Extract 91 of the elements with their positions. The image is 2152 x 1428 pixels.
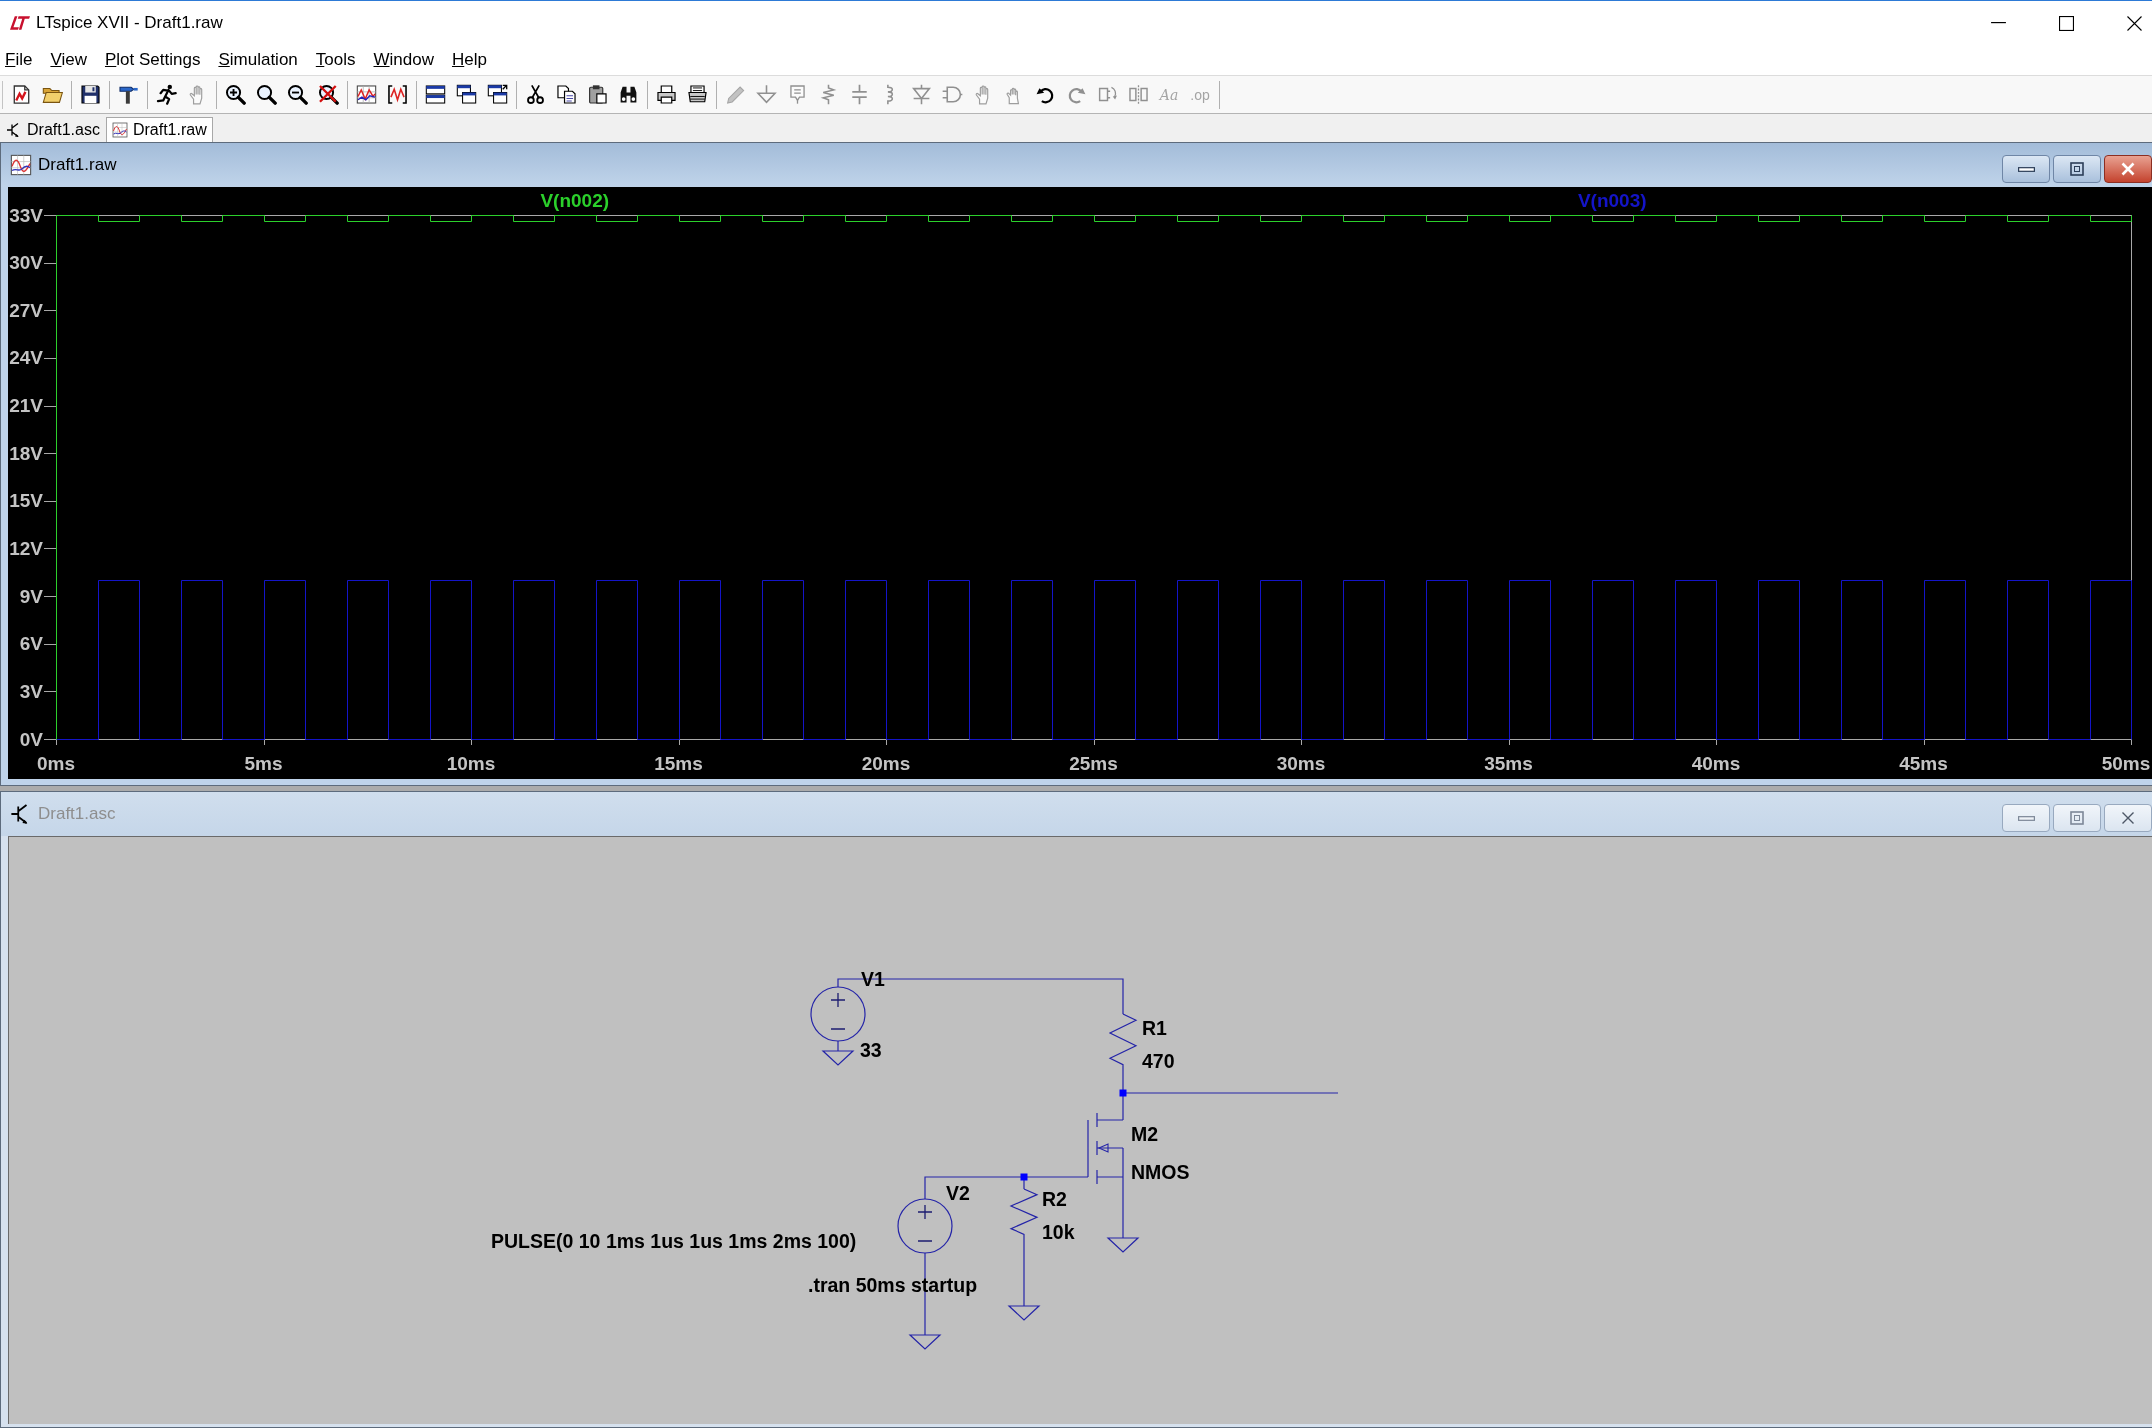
spice-directive: .tran 50ms startup [808,1274,978,1296]
ground-symbol [1007,1305,1041,1321]
axis-tick-label: 30ms [1276,752,1326,774]
axis-tick-label: 21V [9,395,43,417]
axis-tick-label: 6V [19,633,43,655]
axis-tick-label: 20ms [861,752,911,774]
tab-label: Draft1.asc [27,121,100,139]
app-logo-icon [10,16,30,30]
component-value: 33 [860,1039,882,1061]
close-icon [2121,162,2135,176]
ground-symbol [1106,1237,1140,1253]
axis-tick-label: 12V [9,537,43,559]
windows-arrow-icon[interactable] [486,84,508,105]
copy-icon[interactable] [555,84,577,105]
magnifier-icon[interactable] [255,84,277,105]
minimize-icon [2017,166,2035,172]
menu-item[interactable]: Help [451,50,487,70]
axis-tick-label: 10ms [446,752,496,774]
document-tab[interactable]: Draft1.raw [105,117,213,142]
axis-tick-label: 27V [9,299,43,321]
chart-icon [111,122,128,138]
menu-item[interactable]: Plot Settings [104,50,201,70]
menu-item[interactable]: Window [373,50,434,70]
cascade-windows-icon[interactable] [455,84,477,105]
window-title: Draft1.raw [38,155,117,175]
component-name: R2 [1042,1188,1067,1210]
minimize-icon [2017,815,2035,821]
axis-tick-label: 5ms [244,752,283,774]
window-title: LTspice XVII - Draft1.raw [36,13,223,33]
voltage-source-symbol [810,986,866,1042]
component-name: V1 [861,968,885,990]
restore-icon [2070,162,2084,176]
menu-item[interactable]: Simulation [218,50,298,70]
close-button[interactable] [2104,155,2152,183]
chart-icon [10,154,32,176]
magnifier-cross-icon[interactable] [317,84,339,105]
axis-tick-label: 45ms [1899,752,1948,774]
wire [1122,1176,1124,1239]
restore-button[interactable] [2053,155,2101,183]
menu-item[interactable]: Tools [315,50,356,70]
component-name: R1 [1142,1017,1167,1039]
menu-item[interactable]: View [50,50,87,70]
wire [837,1040,839,1052]
component-value: NMOS [1131,1161,1190,1183]
close-icon [2126,15,2142,31]
restore-icon [2070,811,2084,825]
paste-icon[interactable] [586,84,608,105]
axis-tick-label: 18V [9,442,43,464]
resistor-symbol [1108,1013,1138,1072]
tab-label: Draft1.raw [132,121,207,139]
zoom-out-icon[interactable] [286,84,308,105]
cut-icon[interactable] [524,84,546,105]
zoom-in-icon[interactable] [224,84,246,105]
ground-symbol [908,1334,942,1350]
component-name: M2 [1131,1123,1159,1145]
printer-icon[interactable] [655,84,677,105]
axis-tick-label: 24V [9,347,43,369]
menu-item[interactable]: File [5,50,33,70]
axis-tick-label: 35ms [1484,752,1533,774]
axis-tick-label: 40ms [1691,752,1741,774]
axis-tick-label: 33V [9,204,43,226]
component-value: 470 [1142,1050,1175,1072]
wire [1023,1239,1025,1307]
axis-tick-label: 15V [9,490,43,512]
axis-tick-label: 0ms [37,752,75,774]
axis-tick-label: 50ms [2101,752,2151,774]
voltage-source-symbol [897,1198,953,1254]
component-name: V2 [946,1182,970,1204]
axis-tick-label: 25ms [1069,752,1118,774]
document-tab[interactable]: Draft1.asc [0,117,106,142]
stacked-windows-icon[interactable] [424,84,446,105]
axis-tick-label: 3V [19,680,43,702]
window-title: Draft1.asc [38,804,116,824]
waveform-bracket-icon[interactable] [386,84,408,105]
hammer-icon[interactable] [117,84,139,105]
ground-symbol [821,1050,855,1066]
minimize-icon [1990,22,2006,24]
axis-tick-label: 9V [19,585,43,607]
axis-tick-label: 30V [9,252,43,274]
component-value: 10k [1042,1221,1075,1243]
waveform-grid-icon[interactable] [355,84,377,105]
axis-tick-label: 15ms [654,752,703,774]
component-value: PULSE(0 10 1ms 1us 1us 1ms 2ms 100) [491,1230,857,1252]
trace-label[interactable]: V(n002) [540,189,610,211]
running-figure-icon[interactable] [155,84,177,105]
axis-tick-label: 0V [19,728,43,750]
minimize-button[interactable] [2002,155,2050,183]
resistor-symbol [1009,1188,1039,1241]
maximize-icon [2058,15,2074,31]
close-icon [2121,811,2135,825]
printer-icon[interactable] [686,84,708,105]
